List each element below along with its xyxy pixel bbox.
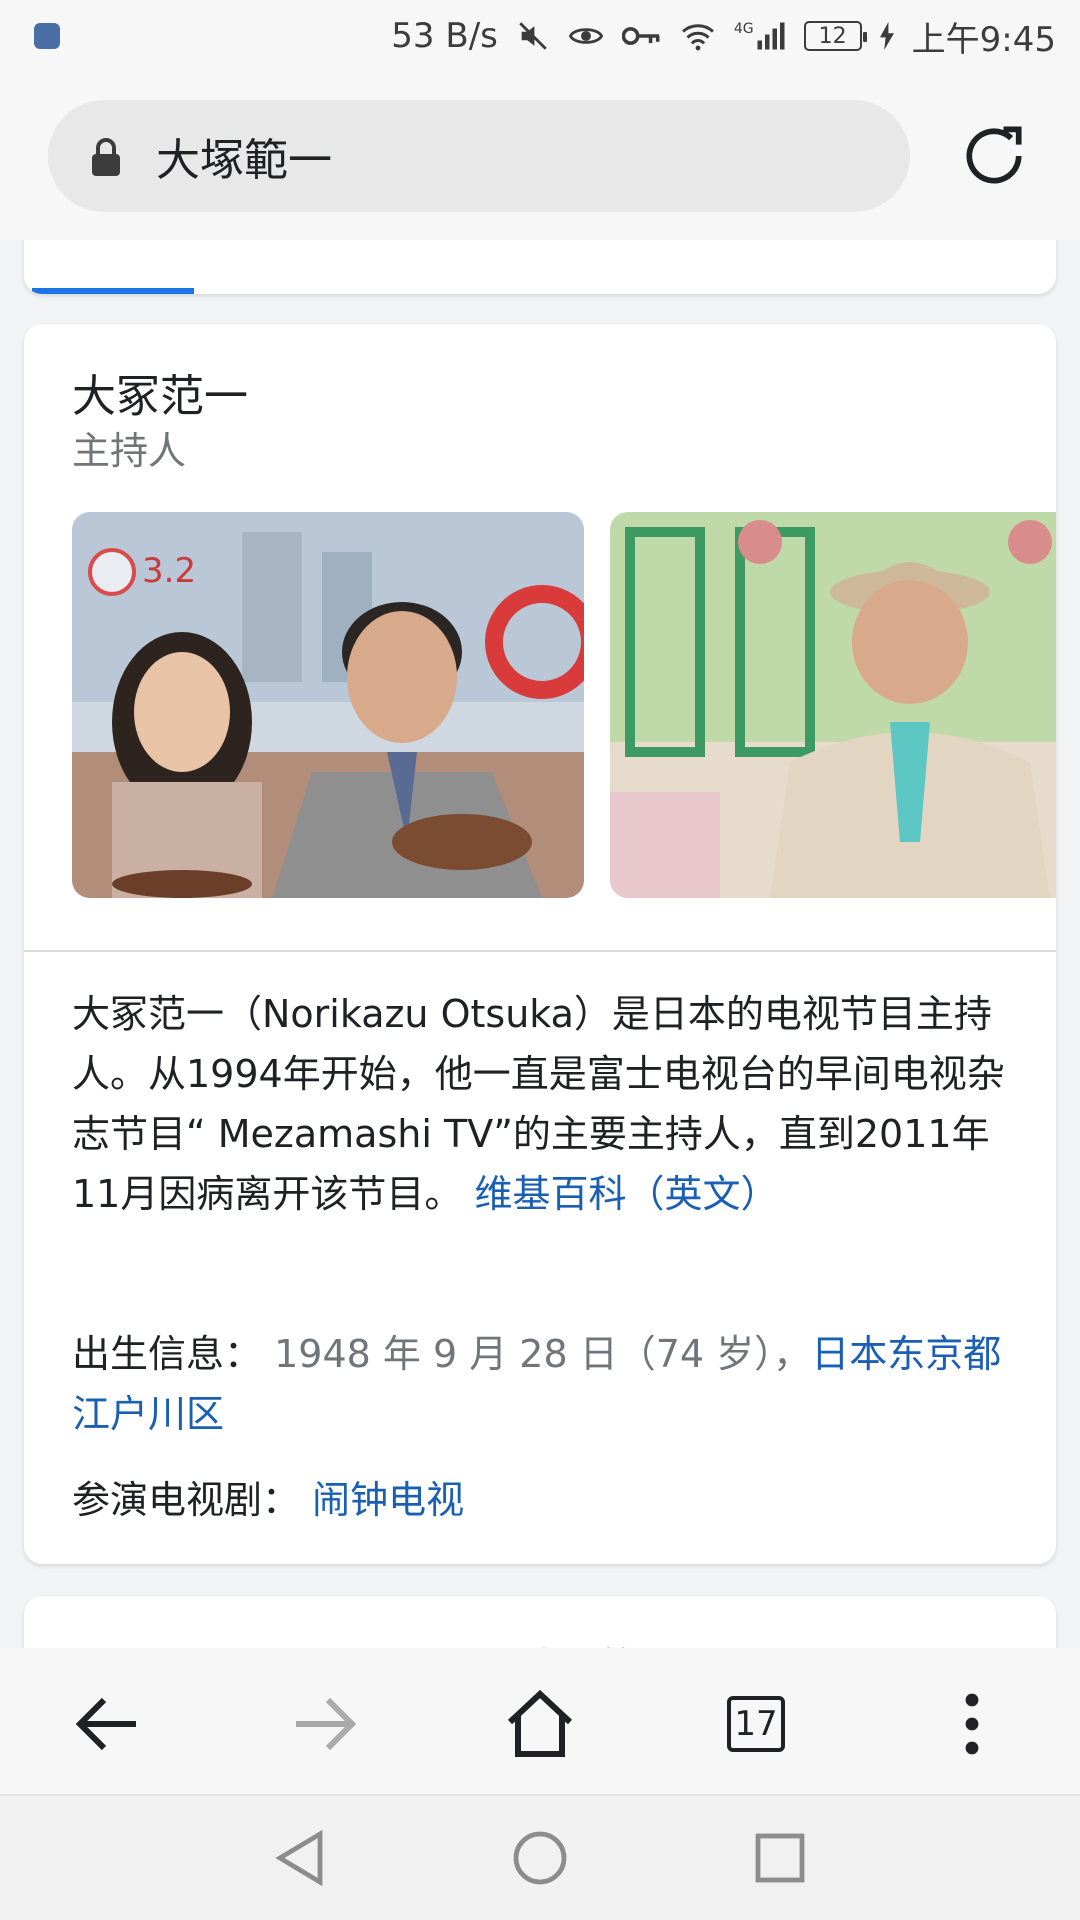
nav-back-icon[interactable]: [268, 1826, 332, 1890]
browser-address-area: 大塚範一: [0, 72, 1080, 240]
entity-title[interactable]: 大冢范一: [72, 360, 248, 424]
wikipedia-link[interactable]: 维基百科（英文）: [474, 1172, 778, 1216]
signal-icon: 4G: [734, 21, 786, 51]
search-tabs: 全部 图片 新闻 视频 地图 购物: [24, 240, 1056, 294]
status-icons: 53 B/s 4G 12 上午9:45: [391, 12, 1056, 61]
nav-recents-icon[interactable]: [748, 1826, 812, 1890]
entity-image-1[interactable]: 3.2: [72, 512, 584, 898]
battery-icon: 12: [803, 21, 867, 51]
tv-info: 参演电视剧： 闹钟电视: [72, 1470, 1022, 1530]
home-icon[interactable]: [500, 1684, 580, 1764]
svg-text:3.2: 3.2: [142, 551, 196, 591]
tab-maps[interactable]: 地图: [704, 240, 874, 242]
battery-level: 12: [818, 23, 847, 49]
reload-icon[interactable]: [956, 118, 1032, 194]
url-text[interactable]: 大塚範一: [156, 124, 332, 188]
born-info: 出生信息： 1948 年 9 月 28 日（74 岁），日本东京都江户川区: [72, 1324, 1022, 1444]
clock: 上午9:45: [911, 19, 1056, 60]
tab-count: 17: [727, 1696, 785, 1752]
wifi-icon: [680, 20, 716, 52]
knowledge-panel: 大冢范一 主持人 3.2 大冢范一（Norikazu Otsuka）是日本的电视…: [24, 324, 1056, 1564]
key-icon: [621, 21, 662, 51]
url-bar[interactable]: 大塚範一: [48, 100, 910, 212]
tv-label: 参演电视剧：: [72, 1478, 301, 1522]
app-notification-icon: [34, 23, 60, 49]
entity-description: 大冢范一（Norikazu Otsuka）是日本的电视节目主持人。从1994年开…: [72, 984, 1022, 1224]
section-divider: [24, 950, 1056, 952]
tab-images[interactable]: 图片: [194, 240, 364, 242]
tv-show-link[interactable]: 闹钟电视: [312, 1478, 464, 1522]
tab-videos[interactable]: 视频: [534, 240, 704, 242]
tab-news[interactable]: 新闻: [364, 240, 534, 242]
forward-arrow-icon[interactable]: [284, 1684, 364, 1764]
browser-toolbar: 17: [0, 1648, 1080, 1794]
active-tab-indicator: [32, 288, 194, 294]
back-arrow-icon[interactable]: [68, 1684, 148, 1764]
lock-icon: [90, 136, 122, 176]
tab-switcher-icon[interactable]: 17: [716, 1684, 796, 1764]
eye-icon: [568, 19, 604, 53]
network-type-label: 4G: [733, 21, 754, 37]
born-value: 1948 年 9 月 28 日（74 岁），: [274, 1332, 812, 1376]
mute-icon: [516, 19, 550, 53]
entity-subtitle: 主持人: [72, 429, 187, 473]
network-speed: 53 B/s: [391, 16, 498, 56]
status-bar: 53 B/s 4G 12 上午9:45: [0, 0, 1080, 72]
search-results: 全部 图片 新闻 视频 地图 购物 大冢范一 主持人 3.2: [0, 240, 1080, 1648]
entity-image-2[interactable]: [610, 512, 1056, 898]
tab-shopping[interactable]: 购物: [874, 240, 1044, 242]
tab-all[interactable]: 全部: [24, 240, 194, 242]
next-result-card[interactable]: ja.wikipedia.org › wiki › 大塚範一: [24, 1596, 1056, 1648]
charging-icon: [879, 22, 894, 50]
more-vert-icon[interactable]: [932, 1684, 1012, 1764]
born-label: 出生信息：: [72, 1332, 263, 1376]
next-result-title[interactable]: ja.wikipedia.org › wiki › 大塚範一: [72, 1636, 677, 1648]
nav-home-icon[interactable]: [508, 1826, 572, 1890]
system-nav-bar: [0, 1794, 1080, 1920]
